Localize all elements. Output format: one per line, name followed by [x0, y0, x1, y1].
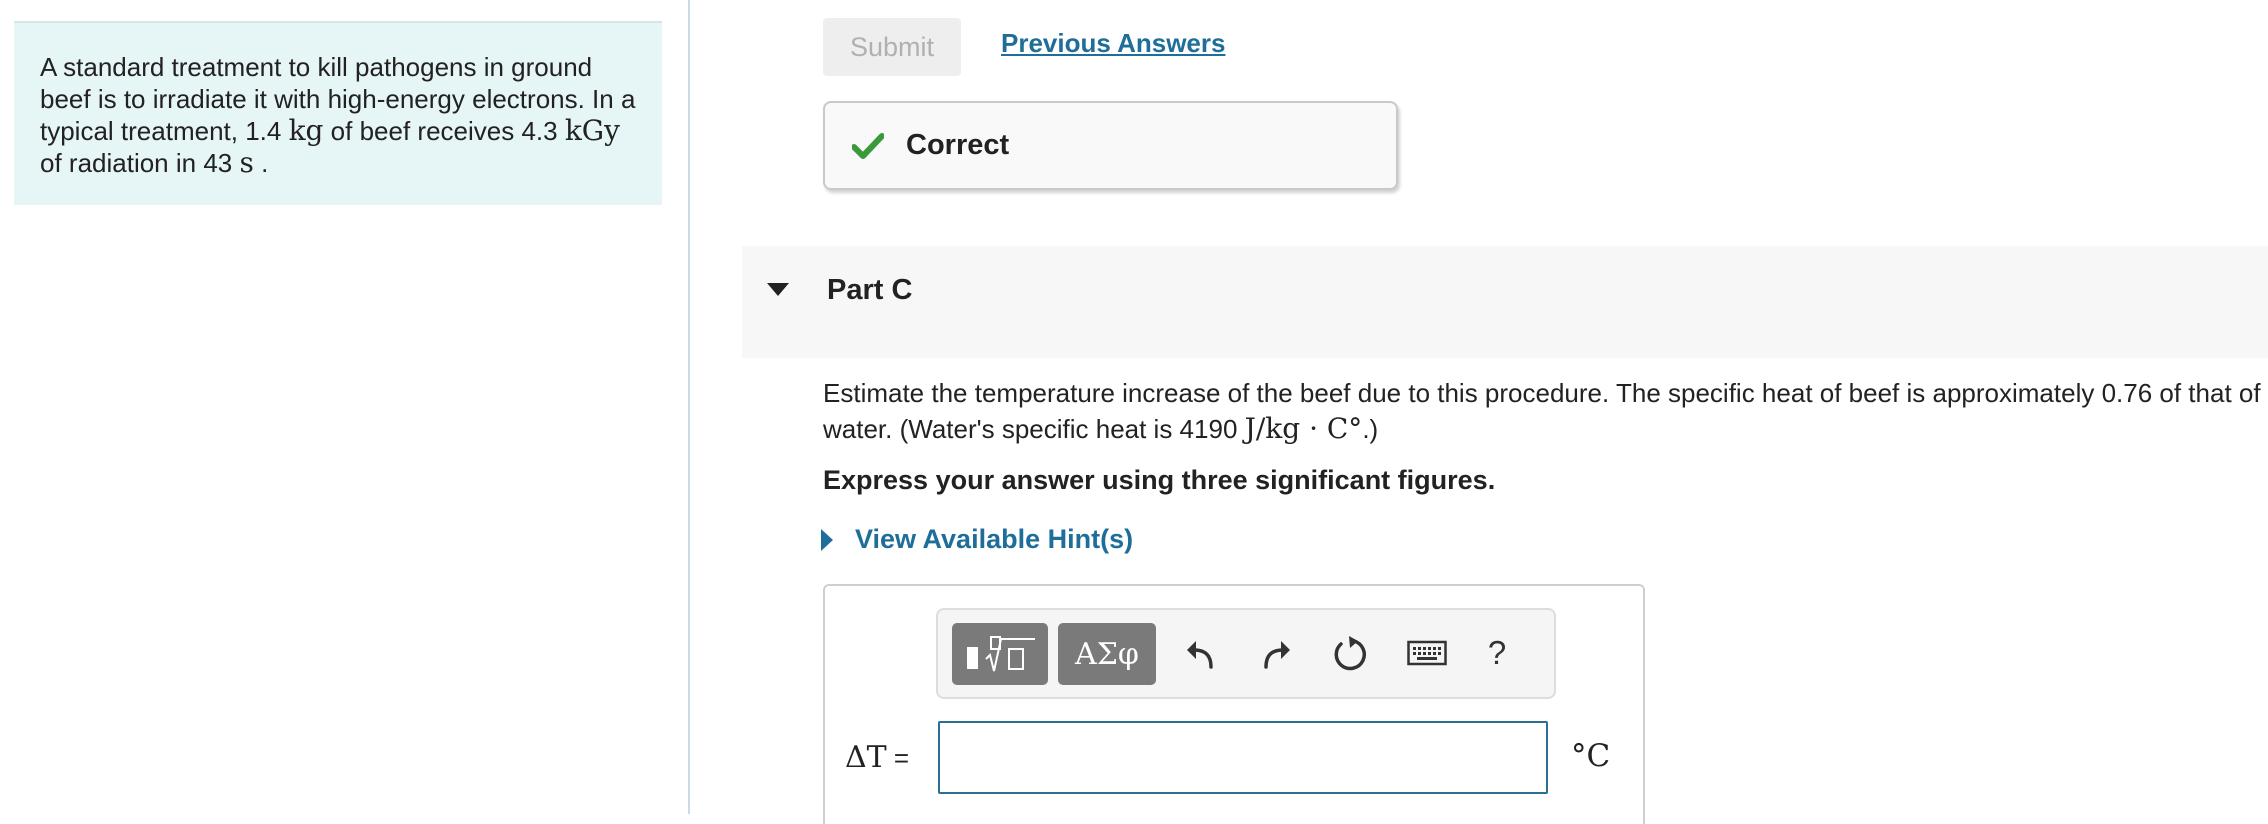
- problem-mass-unit: kg: [288, 114, 324, 147]
- reset-button[interactable]: [1327, 630, 1373, 676]
- math-toolbar: ΑΣφ ?: [936, 608, 1556, 699]
- check-icon: [852, 132, 884, 159]
- answer-instruction: Express your answer using three signific…: [823, 465, 1496, 495]
- feedback-box: Correct: [823, 101, 1398, 190]
- undo-button[interactable]: [1178, 630, 1224, 676]
- problem-text-2: of beef receives 4.3: [323, 116, 565, 146]
- keyboard-button[interactable]: [1404, 630, 1450, 676]
- answer-equals: =: [886, 743, 910, 773]
- view-hints-toggle[interactable]: View Available Hint(s): [821, 524, 1133, 555]
- answer-label: ΔT =: [845, 740, 909, 775]
- problem-text-4: .: [253, 148, 269, 178]
- redo-button[interactable]: [1253, 630, 1299, 676]
- feedback-text: Correct: [906, 129, 1010, 161]
- answer-unit: °C: [1571, 738, 1611, 774]
- question-text-2: .): [1362, 414, 1379, 444]
- answer-symbol: ΔT: [845, 740, 887, 775]
- specific-heat-unit: J/kg · C°: [1244, 412, 1363, 445]
- answer-input[interactable]: [938, 721, 1548, 794]
- help-button[interactable]: ?: [1474, 630, 1520, 676]
- question-text: Estimate the temperature increase of the…: [823, 375, 2263, 447]
- part-header[interactable]: Part C: [742, 246, 2268, 358]
- templates-icon: [967, 636, 1035, 672]
- keyboard-icon: [1407, 640, 1447, 666]
- previous-answers-link[interactable]: Previous Answers: [1001, 28, 1225, 59]
- caret-right-icon: [821, 528, 833, 551]
- part-title: Part C: [827, 274, 913, 306]
- symbols-button[interactable]: ΑΣφ: [1058, 623, 1156, 685]
- collapse-caret-icon[interactable]: [767, 283, 789, 296]
- question-text-1: Estimate the temperature increase of the…: [823, 378, 2261, 444]
- problem-text-3: of radiation in 43: [40, 148, 240, 178]
- redo-icon: [1264, 641, 1290, 669]
- undo-icon: [1187, 641, 1213, 669]
- submit-button[interactable]: Submit: [823, 18, 961, 76]
- column-divider: [688, 0, 690, 814]
- problem-dose-unit: kGy: [564, 114, 620, 147]
- view-hints-label[interactable]: View Available Hint(s): [855, 524, 1133, 555]
- reset-icon: [1334, 636, 1367, 671]
- templates-button[interactable]: [952, 623, 1048, 685]
- problem-time-unit: s: [239, 146, 254, 179]
- problem-statement: A standard treatment to kill pathogens i…: [14, 21, 662, 205]
